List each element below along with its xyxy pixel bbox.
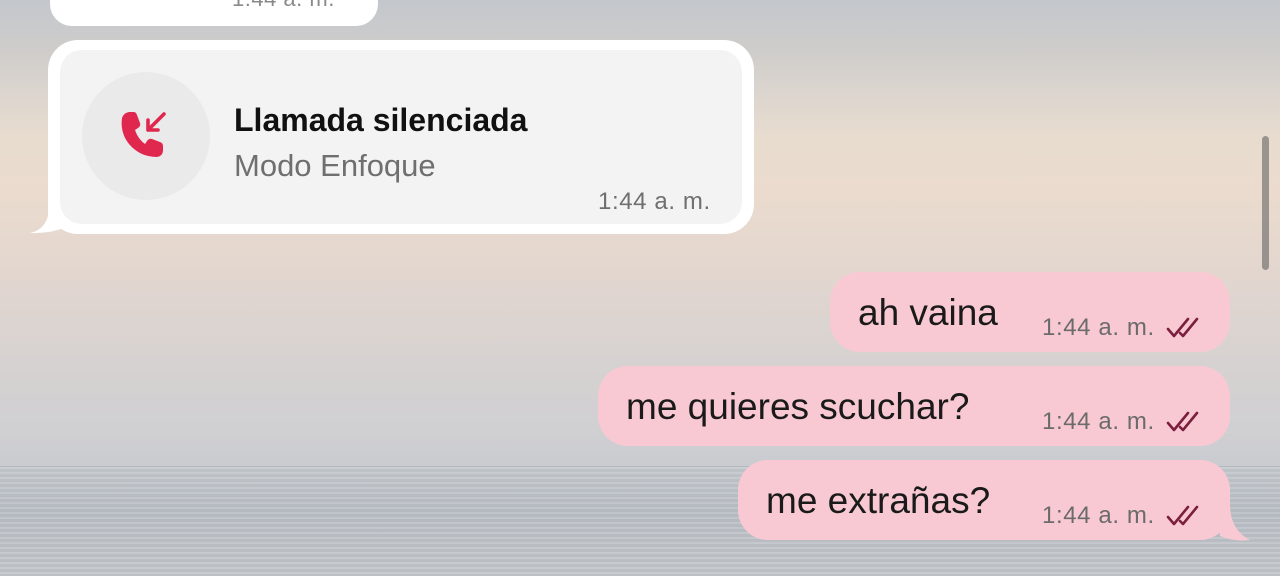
message-time: 1:44 a. m. [1042,502,1155,529]
message-text: ah vaina [858,292,998,333]
call-subtitle: Modo Enfoque [234,148,436,183]
outgoing-message-bubble[interactable]: me extrañas? 1:44 a. m. [738,460,1230,540]
call-icon-container [82,72,210,200]
outgoing-message-bubble[interactable]: me quieres scuchar? 1:44 a. m. [598,366,1230,446]
message-text: me quieres scuchar? [626,386,970,427]
message-text: me extrañas? [766,480,991,521]
outgoing-message-bubble[interactable]: ah vaina 1:44 a. m. [830,272,1230,352]
call-title: Llamada silenciada [234,102,528,138]
message-time: 1:44 a. m. [1042,314,1155,341]
scrollbar[interactable] [1262,136,1269,270]
call-notice-bubble[interactable]: Llamada silenciada Modo Enfoque 1:44 a. … [48,40,754,234]
call-notice-card[interactable]: Llamada silenciada Modo Enfoque 1:44 a. … [60,50,742,224]
message-time: 1:44 a. m. [1042,408,1155,435]
read-ticks-icon [1166,411,1199,432]
message-time: 1:44 a. m. [232,0,335,12]
chat-screen: 1:44 a. m. Llamada silenciada Modo Enfoq… [0,0,1280,576]
read-ticks-icon [1166,317,1199,338]
read-ticks-icon [1166,505,1199,526]
missed-call-icon [121,112,166,157]
message-time: 1:44 a. m. [598,188,711,215]
